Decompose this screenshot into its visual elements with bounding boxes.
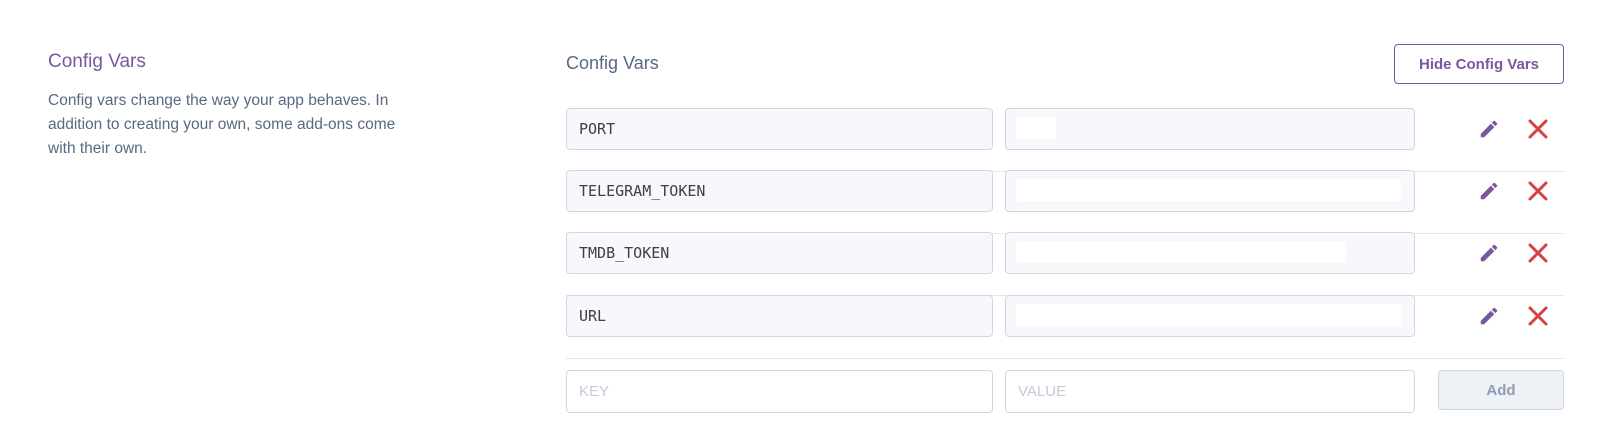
config-var-key[interactable]: TELEGRAM_TOKEN <box>566 170 993 212</box>
config-var-value[interactable] <box>1005 108 1415 150</box>
redacted-value <box>1016 304 1401 326</box>
config-var-row: PORT <box>566 108 1564 172</box>
redacted-value <box>1016 241 1346 263</box>
section-description: Config vars change the way your app beha… <box>48 92 396 157</box>
config-var-key[interactable]: PORT <box>566 108 993 150</box>
x-icon[interactable] <box>1527 118 1549 140</box>
config-var-row: URL <box>566 295 1564 359</box>
x-icon[interactable] <box>1527 242 1549 264</box>
add-button[interactable]: Add <box>1438 370 1564 410</box>
redacted-value <box>1016 179 1401 201</box>
x-icon[interactable] <box>1527 305 1549 327</box>
pencil-icon[interactable] <box>1478 242 1500 264</box>
pencil-icon[interactable] <box>1478 305 1500 327</box>
config-var-row: TMDB_TOKEN <box>566 232 1564 296</box>
pencil-icon[interactable] <box>1478 180 1500 202</box>
add-config-var-form: Add <box>566 370 1564 414</box>
hide-config-vars-button[interactable]: Hide Config Vars <box>1394 44 1564 84</box>
config-var-row: TELEGRAM_TOKEN <box>566 170 1564 234</box>
config-var-key[interactable]: URL <box>566 295 993 337</box>
key-input[interactable] <box>566 370 993 413</box>
panel-title: Config Vars <box>566 53 659 73</box>
section-title: Config Vars <box>48 51 146 72</box>
value-input[interactable] <box>1005 370 1415 413</box>
x-icon[interactable] <box>1527 180 1549 202</box>
redacted-value <box>1016 117 1056 139</box>
config-var-key[interactable]: TMDB_TOKEN <box>566 232 993 274</box>
pencil-icon[interactable] <box>1478 118 1500 140</box>
